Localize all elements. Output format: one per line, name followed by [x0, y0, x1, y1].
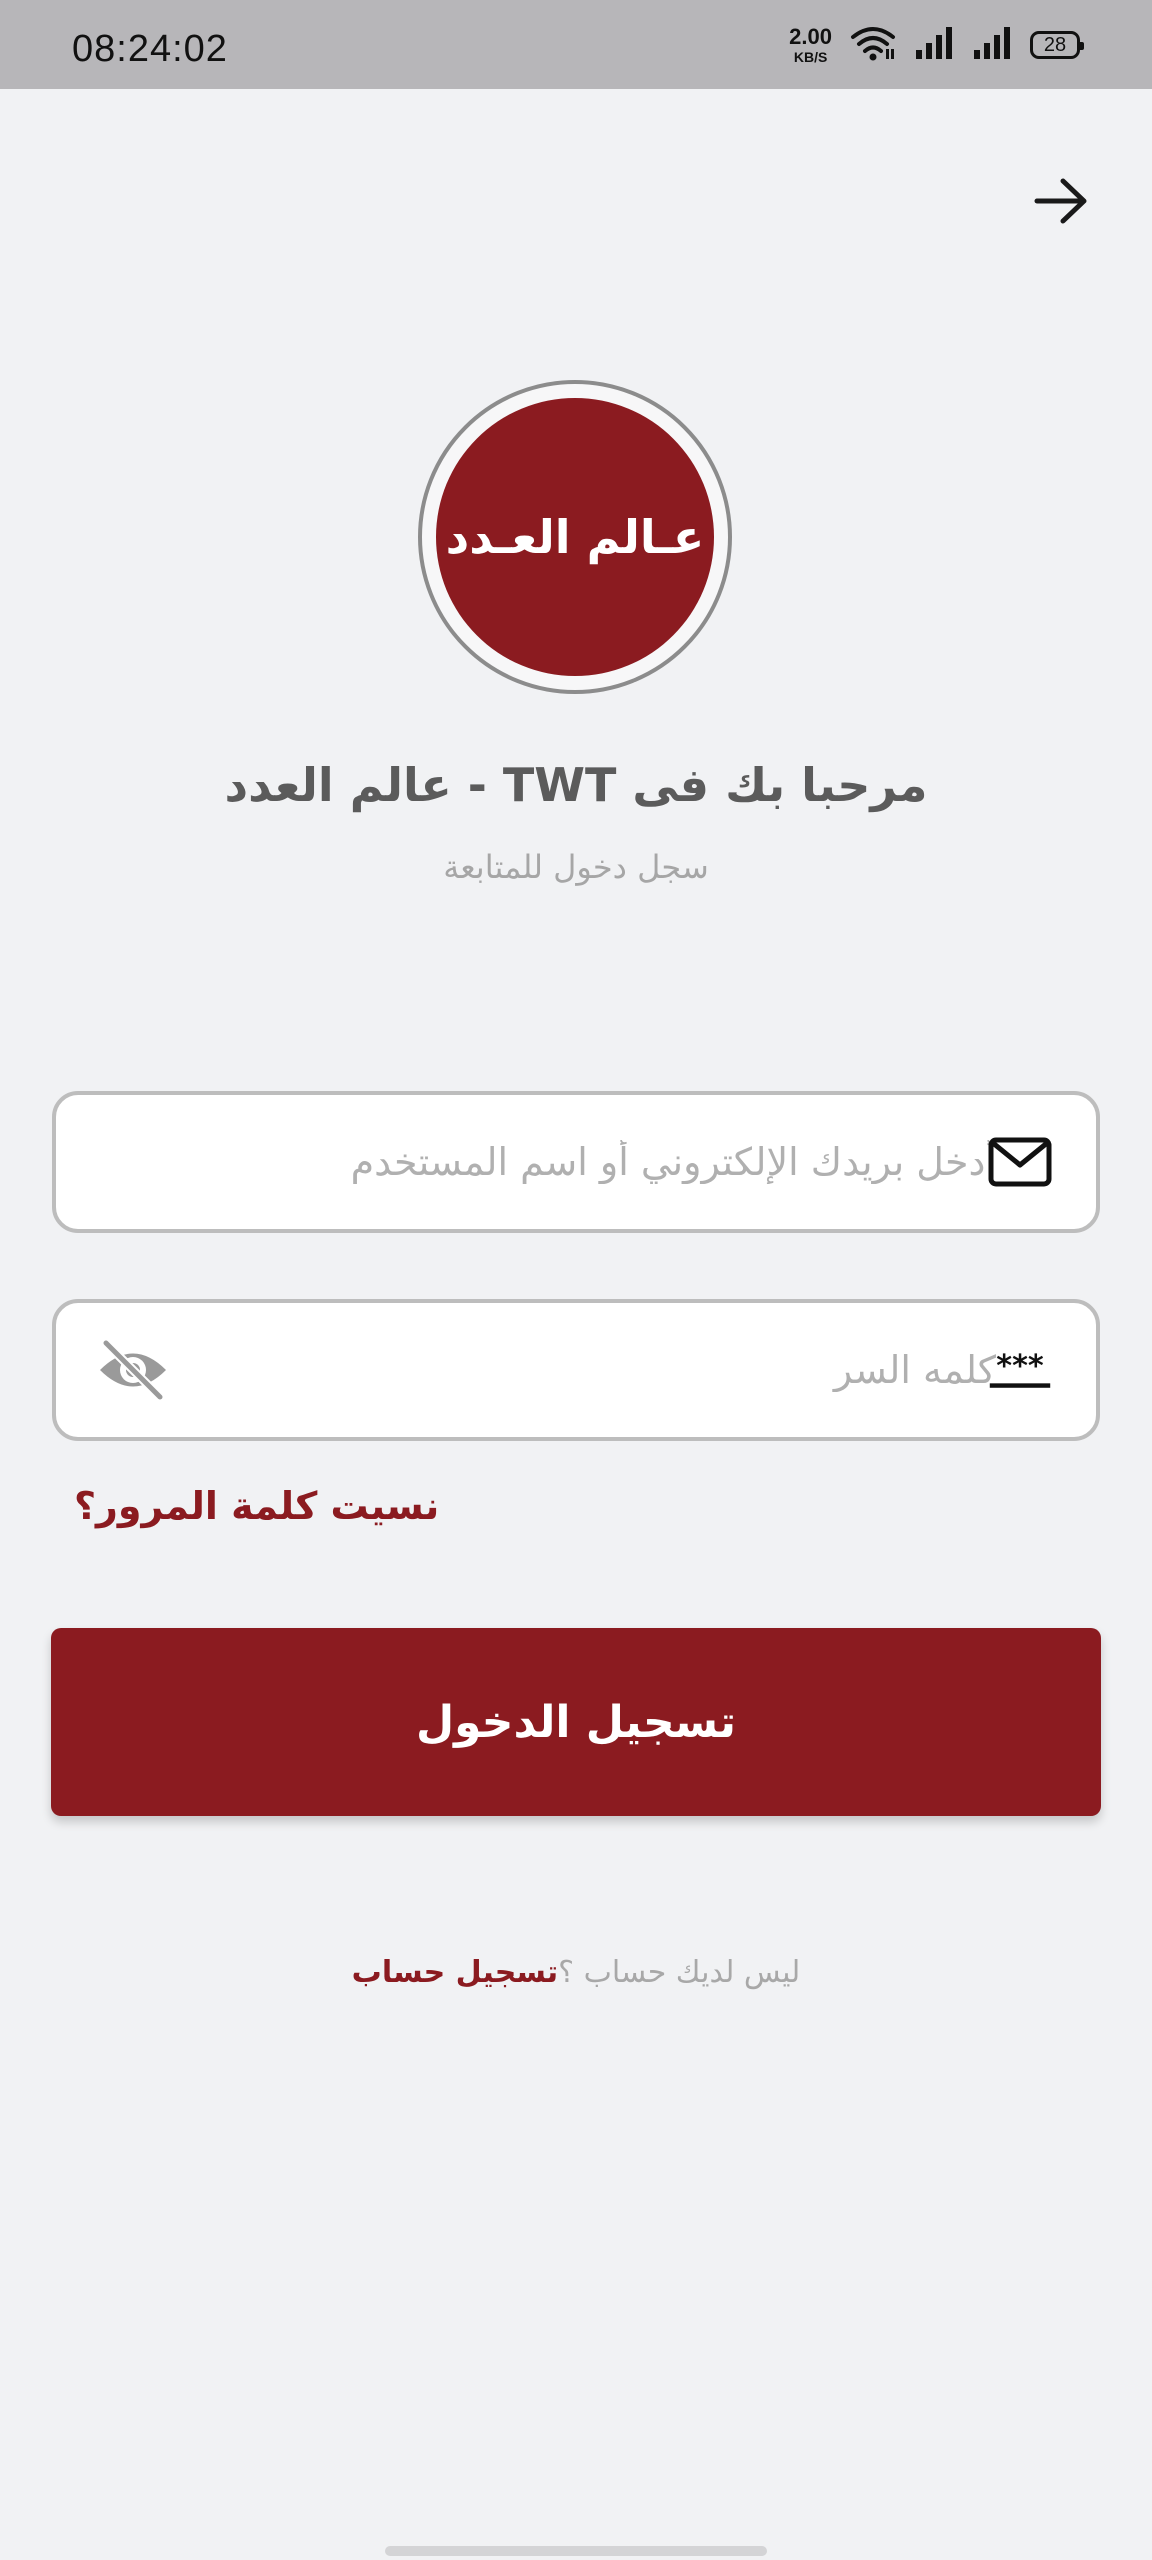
app-logo: عـالم العـدد [436, 398, 714, 676]
welcome-title: مرحبا بك فى TWT - عالم العدد [224, 758, 928, 812]
logo-text: عـالم العـدد [445, 510, 705, 564]
signup-link[interactable]: تسجيل حساب [352, 1955, 558, 1990]
password-input[interactable] [206, 1303, 996, 1437]
forward-button[interactable] [1030, 170, 1092, 232]
arrow-right-icon [1034, 178, 1087, 224]
battery-icon: 28 [1030, 31, 1084, 59]
login-button[interactable]: تسجيل الدخول [51, 1628, 1101, 1816]
forgot-password-link[interactable]: نسيت كلمة المرور؟ [74, 1484, 439, 1528]
signup-prompt: ليس لديك حساب ؟ [558, 1955, 801, 1990]
email-input[interactable] [156, 1095, 996, 1229]
network-speed: 2.00 KB/S [789, 24, 832, 65]
welcome-subtitle: سجل دخول للمتابعة [443, 848, 709, 886]
status-icons: 2.00 KB/S 28 [789, 20, 1084, 70]
home-indicator[interactable] [385, 2546, 767, 2556]
network-speed-value: 2.00 [789, 24, 832, 49]
mail-icon [988, 1134, 1052, 1190]
signal-icon [914, 26, 954, 64]
password-field[interactable]: *** [52, 1299, 1100, 1441]
signup-row: ليس لديك حساب ؟تسجيل حساب [0, 1955, 1152, 1990]
email-field[interactable] [52, 1091, 1100, 1233]
signal-icon [972, 26, 1012, 64]
svg-text:***: *** [996, 1349, 1044, 1384]
status-time: 08:24:02 [72, 28, 228, 70]
wifi-icon [850, 25, 896, 65]
eye-off-icon[interactable] [96, 1337, 170, 1403]
status-bar: 08:24:02 2.00 KB/S 28 [0, 0, 1152, 89]
password-icon: *** [988, 1342, 1052, 1398]
network-speed-unit: KB/S [793, 49, 828, 65]
